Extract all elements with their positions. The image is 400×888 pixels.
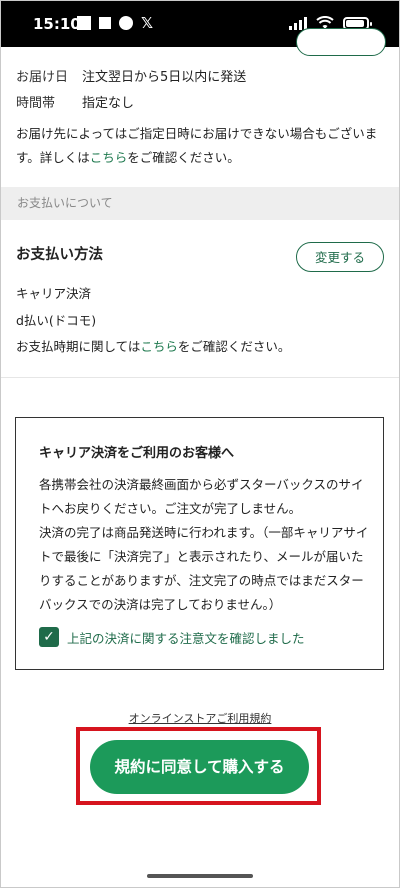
payment-carrier-value: d払い(ドコモ) bbox=[16, 313, 97, 328]
delivery-date-value: 注文翌日から5日以内に発送 bbox=[82, 70, 247, 85]
agree-and-purchase-button[interactable]: 規約に同意して購入する bbox=[90, 740, 309, 794]
notification-icons: 𝕏 bbox=[77, 14, 154, 32]
change-payment-button[interactable]: 変更する bbox=[296, 242, 384, 272]
home-indicator[interactable] bbox=[147, 874, 253, 878]
change-delivery-button[interactable] bbox=[296, 28, 386, 56]
notification-square-icon bbox=[99, 17, 111, 29]
x-logo-icon: 𝕏 bbox=[141, 14, 154, 32]
payment-timing-note: お支払時期に関してはこちらをご確認ください。 bbox=[16, 336, 290, 355]
payment-timing-link[interactable]: こちら bbox=[140, 339, 178, 354]
delivery-note-suffix: をご確認ください。 bbox=[127, 150, 240, 165]
delivery-time-label: 時間帯 bbox=[16, 96, 56, 111]
payment-section-header-text: お支払いについて bbox=[17, 196, 113, 210]
delivery-time-value: 指定なし bbox=[82, 96, 135, 111]
delivery-time-row: 時間帯 指定なし bbox=[16, 92, 134, 111]
delivery-note: お届け先によってはご指定日時にお届けできない場合もございます。詳しくはこちらをご… bbox=[16, 122, 384, 170]
notice-title: キャリア決済をご利用のお客様へ bbox=[39, 446, 235, 461]
notice-body-paragraph-2: 決済の完了は商品発送時に行われます。（一部キャリアサイトで最後に「決済完了」と表… bbox=[39, 525, 369, 612]
confirm-notice-label[interactable]: 上記の決済に関する注意文を確認しました bbox=[67, 628, 305, 647]
notification-square-icon bbox=[77, 16, 91, 30]
notice-body-paragraph-1: 各携帯会社の決済最終画面から必ずスターバックスのサイトへお戻りください。ご注文が… bbox=[39, 477, 364, 516]
delivery-note-link[interactable]: こちら bbox=[90, 150, 128, 165]
confirm-notice-checkbox[interactable]: ✓ bbox=[39, 627, 59, 647]
payment-method-title: お支払い方法 bbox=[16, 247, 103, 263]
payment-section-header: お支払いについて bbox=[1, 187, 399, 220]
delivery-date-label: お届け日 bbox=[16, 70, 69, 85]
terms-of-use-link[interactable]: オンラインストアご利用規約 bbox=[0, 710, 400, 726]
notice-body: 各携帯会社の決済最終画面から必ずスターバックスのサイトへお戻りください。ご注文が… bbox=[39, 473, 369, 617]
section-divider bbox=[1, 377, 399, 378]
payment-timing-text: お支払時期に関しては bbox=[16, 339, 141, 354]
notification-circle-icon bbox=[119, 16, 133, 30]
confirm-notice-checkbox-row[interactable]: ✓ 上記の決済に関する注意文を確認しました bbox=[39, 627, 305, 647]
carrier-payment-notice: キャリア決済をご利用のお客様へ 各携帯会社の決済最終画面から必ずスターバックスの… bbox=[15, 417, 384, 670]
payment-method-value: キャリア決済 bbox=[16, 286, 92, 301]
payment-timing-suffix: をご確認ください。 bbox=[177, 339, 291, 354]
status-time: 15:10 bbox=[33, 15, 81, 33]
delivery-date-row: お届け日 注文翌日から5日以内に発送 bbox=[16, 66, 246, 85]
